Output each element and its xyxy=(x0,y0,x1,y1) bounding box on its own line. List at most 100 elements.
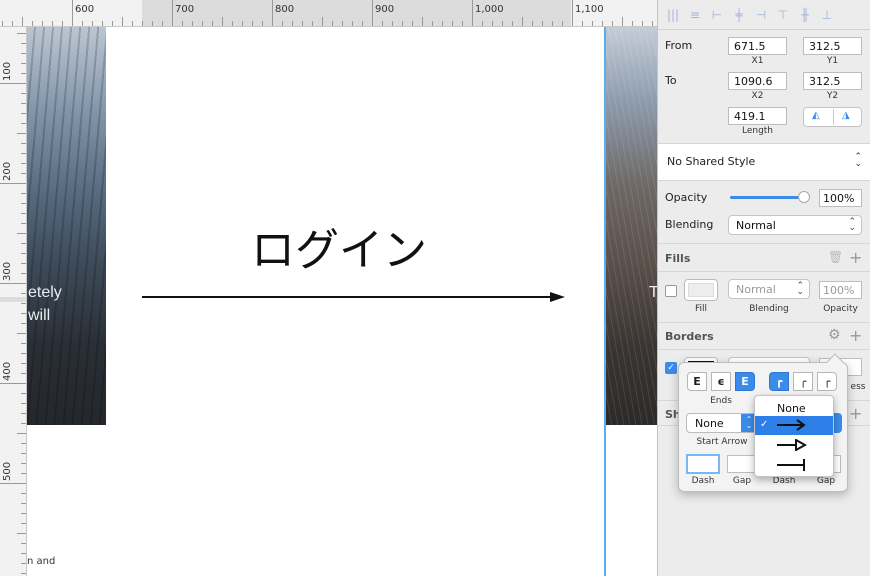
ruler-minor-tick xyxy=(292,21,293,26)
distribute-vertical-icon[interactable]: ≡ xyxy=(688,8,702,22)
ruler-minor-tick xyxy=(372,17,373,26)
add-shadow-icon[interactable]: + xyxy=(849,406,862,422)
ruler-minor-tick xyxy=(21,213,26,214)
fill-label: Fill xyxy=(694,304,708,314)
login-heading[interactable]: ログイン xyxy=(251,214,427,278)
ruler-minor-tick xyxy=(21,93,26,94)
fill-color-well[interactable] xyxy=(684,279,718,301)
opacity-slider-track[interactable] xyxy=(730,196,804,199)
ruler-minor-tick xyxy=(21,303,26,304)
join-round-button[interactable]: ╭ xyxy=(793,372,813,391)
join-bevel-button[interactable]: ┌ xyxy=(817,372,837,391)
ruler-minor-tick xyxy=(21,153,26,154)
trash-icon[interactable]: 🗑 xyxy=(828,250,843,264)
gap-field[interactable] xyxy=(727,455,757,473)
border-checkbox[interactable]: ✓ xyxy=(665,362,677,374)
x2-field[interactable]: 1090.6 xyxy=(728,72,787,90)
ruler-minor-tick xyxy=(482,21,483,26)
gear-icon[interactable]: ⚙ xyxy=(828,327,841,343)
menu-item-arrow-filled[interactable] xyxy=(755,436,833,455)
blending-select[interactable]: Normal ⌃ ⌄ xyxy=(728,215,862,235)
ruler-minor-tick xyxy=(62,21,63,26)
ruler-minor-tick xyxy=(552,21,553,26)
y1-field[interactable]: 312.5 xyxy=(803,37,862,55)
dash-label: Dash xyxy=(691,476,715,486)
background-photo-right: T xyxy=(606,27,657,425)
ruler-minor-tick xyxy=(602,21,603,26)
background-photo-left: etely will xyxy=(27,27,106,425)
opacity-slider-knob[interactable] xyxy=(798,191,810,203)
flip-horizontal-icon[interactable]: ◭ xyxy=(812,110,820,121)
fill-checkbox[interactable] xyxy=(665,285,677,297)
ruler-minor-tick xyxy=(352,21,353,26)
y2-field[interactable]: 312.5 xyxy=(803,72,862,90)
ruler-minor-tick xyxy=(17,533,26,534)
fill-opacity-label: Opacity xyxy=(823,304,858,314)
ruler-minor-tick xyxy=(21,263,26,264)
align-top-icon[interactable]: ⊤ xyxy=(776,8,790,22)
ruler-label: 400 xyxy=(2,361,13,381)
ends-label: Ends xyxy=(710,396,732,406)
ruler-minor-tick xyxy=(17,333,26,334)
add-fill-icon[interactable]: + xyxy=(849,250,862,266)
artboard-guide xyxy=(604,27,606,576)
ruler-minor-tick xyxy=(21,53,26,54)
ruler-minor-tick xyxy=(652,21,653,26)
length-field[interactable]: 419.1 xyxy=(728,107,787,125)
shared-style-select[interactable]: No Shared Style ⌃ ⌄ xyxy=(658,144,870,180)
fills-section-title: Fills xyxy=(665,252,691,265)
length-label: Length xyxy=(741,126,774,136)
ruler-minor-tick xyxy=(192,21,193,26)
end-butt-button[interactable]: Ε xyxy=(687,372,707,391)
align-left-icon[interactable]: ⊢ xyxy=(710,8,724,22)
ruler-minor-tick xyxy=(172,17,173,26)
dash2-label: Dash xyxy=(772,476,796,486)
ruler-minor-tick xyxy=(21,563,26,564)
align-bottom-icon[interactable]: ⊥ xyxy=(820,8,834,22)
ruler-selection-range xyxy=(142,0,571,26)
ruler-minor-tick xyxy=(202,21,203,26)
menu-item-arrow-open[interactable]: ✓ xyxy=(755,416,833,435)
ruler-minor-tick xyxy=(72,17,73,26)
x1-field[interactable]: 671.5 xyxy=(728,37,787,55)
align-middle-vertical-icon[interactable]: ╫ xyxy=(798,8,812,22)
gap-label: Gap xyxy=(732,476,752,486)
align-center-horizontal-icon[interactable]: ╪ xyxy=(732,8,746,22)
distribute-horizontal-icon[interactable]: ||| xyxy=(666,8,680,22)
menu-item-arrow-line[interactable] xyxy=(755,455,833,474)
ruler-minor-tick xyxy=(312,21,313,26)
menu-item-label: None xyxy=(777,402,806,415)
add-border-icon[interactable]: + xyxy=(849,328,862,344)
ruler-minor-tick xyxy=(362,21,363,26)
ruler-minor-tick xyxy=(21,43,26,44)
ruler-minor-tick xyxy=(442,21,443,26)
opacity-field[interactable]: 100% xyxy=(819,189,862,207)
ruler-minor-tick xyxy=(102,21,103,26)
ruler-minor-tick xyxy=(21,173,26,174)
ruler-minor-tick xyxy=(592,21,593,26)
open-arrow-icon xyxy=(777,419,806,431)
end-square-button[interactable]: Ε xyxy=(735,372,755,391)
align-right-icon[interactable]: ⊣ xyxy=(754,8,768,22)
fill-opacity-field[interactable]: 100% xyxy=(819,281,862,299)
blending-label: Blending xyxy=(665,218,714,231)
join-miter-button[interactable]: ┏ xyxy=(769,372,789,391)
ruler-minor-tick xyxy=(232,21,233,26)
design-canvas[interactable]: 600 700 800 900 1,000 1,100 100 200 300 … xyxy=(0,0,657,576)
dash-field[interactable] xyxy=(686,454,720,474)
fill-blending-value: Normal xyxy=(736,283,776,296)
start-arrow-select[interactable]: None ⌃ ⌄ xyxy=(686,413,758,433)
ruler-minor-tick xyxy=(242,21,243,26)
ruler-minor-tick xyxy=(21,73,26,74)
ruler-minor-tick xyxy=(582,21,583,26)
flip-vertical-icon[interactable]: ◮ xyxy=(842,110,850,121)
end-round-button[interactable]: ϵ xyxy=(711,372,731,391)
ruler-minor-tick xyxy=(32,21,33,26)
blending-value: Normal xyxy=(736,219,776,232)
fill-blending-select[interactable]: Normal ⌃ ⌄ xyxy=(728,279,810,299)
ruler-minor-tick xyxy=(402,21,403,26)
selected-arrow-line[interactable] xyxy=(138,288,568,308)
ruler-minor-tick xyxy=(612,21,613,26)
ruler-minor-tick xyxy=(21,63,26,64)
vertical-ruler: 100 200 300 400 500 xyxy=(0,27,27,576)
